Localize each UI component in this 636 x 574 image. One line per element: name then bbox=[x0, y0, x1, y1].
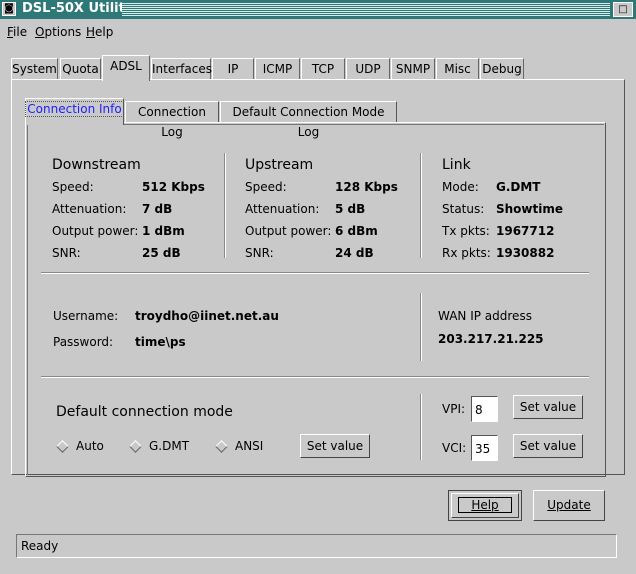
window-menu-icon[interactable]: ◙ bbox=[2, 2, 16, 16]
tab-quota[interactable]: Quota bbox=[60, 58, 101, 80]
upstream-snr-value: 24 dB bbox=[335, 246, 374, 260]
set-vpi-button[interactable]: Set value bbox=[513, 395, 583, 419]
tab-tcp[interactable]: TCP bbox=[301, 58, 345, 80]
help-button[interactable]: Help bbox=[451, 493, 519, 518]
username-value: troydho@iinet.net.au bbox=[135, 309, 279, 323]
link-mode-label: Mode: bbox=[442, 180, 479, 194]
section-divider bbox=[41, 272, 589, 274]
tab-icmp[interactable]: ICMP bbox=[255, 58, 300, 80]
downstream-snr-label: SNR: bbox=[52, 246, 81, 260]
menu-options[interactable]: Options bbox=[35, 25, 81, 39]
status-bar: Ready bbox=[16, 534, 617, 558]
link-mode-value: G.DMT bbox=[496, 180, 541, 194]
vpi-label: VPI: bbox=[442, 402, 466, 416]
window-maximize-icon[interactable]: □ bbox=[613, 2, 633, 17]
section-divider bbox=[41, 376, 589, 378]
downstream-heading: Downstream bbox=[52, 157, 141, 173]
tab-misc[interactable]: Misc bbox=[436, 58, 479, 80]
window-title: DSL-50X Utility bbox=[22, 1, 134, 16]
column-divider bbox=[420, 293, 422, 361]
tab-system[interactable]: System bbox=[11, 58, 58, 80]
subtab-connection-info[interactable]: Connection Info bbox=[25, 98, 124, 125]
vpi-input[interactable]: 8 bbox=[471, 396, 498, 422]
subtab-connection-log[interactable]: Connection Log bbox=[125, 101, 219, 139]
vci-input[interactable]: 35 bbox=[471, 435, 498, 461]
upstream-attenuation-value: 5 dB bbox=[335, 202, 366, 216]
downstream-snr-value: 25 dB bbox=[142, 246, 181, 260]
upstream-output-power-value: 6 dBm bbox=[335, 224, 378, 238]
tab-snmp[interactable]: SNMP bbox=[391, 58, 435, 80]
password-label: Password: bbox=[53, 335, 114, 349]
menu-help[interactable]: Help bbox=[86, 25, 113, 39]
downstream-speed-label: Speed: bbox=[52, 180, 94, 194]
upstream-speed-value: 128 Kbps bbox=[335, 180, 398, 194]
tab-debug[interactable]: Debug bbox=[480, 58, 524, 80]
subtab-default-connection-mode-log[interactable]: Default Connection Mode Log bbox=[220, 101, 397, 139]
menu-file[interactable]: File bbox=[7, 25, 27, 39]
upstream-speed-label: Speed: bbox=[245, 180, 287, 194]
column-divider bbox=[420, 153, 422, 258]
default-mode-heading: Default connection mode bbox=[56, 404, 233, 420]
upstream-heading: Upstream bbox=[245, 157, 314, 173]
link-heading: Link bbox=[442, 157, 471, 173]
upstream-snr-label: SNR: bbox=[245, 246, 274, 260]
link-tx-pkts-label: Tx pkts: bbox=[442, 224, 490, 238]
set-default-mode-button[interactable]: Set value bbox=[300, 434, 370, 458]
mode-auto-label: Auto bbox=[76, 439, 104, 453]
set-vci-button[interactable]: Set value bbox=[513, 434, 583, 458]
downstream-output-power-value: 1 dBm bbox=[142, 224, 185, 238]
mode-gdmt-label: G.DMT bbox=[149, 439, 190, 453]
connection-info-frame bbox=[27, 124, 604, 475]
link-rx-pkts-label: Rx pkts: bbox=[442, 246, 491, 260]
vci-label: VCI: bbox=[442, 441, 467, 455]
update-button[interactable]: Update bbox=[533, 490, 605, 521]
upstream-output-power-label: Output power: bbox=[245, 224, 332, 238]
tab-adsl[interactable]: ADSL bbox=[102, 55, 150, 81]
column-divider bbox=[420, 394, 422, 460]
link-rx-pkts-value: 1930882 bbox=[496, 246, 555, 260]
title-bar-drag-area[interactable] bbox=[122, 3, 610, 16]
help-button-label: Help bbox=[458, 497, 512, 513]
downstream-attenuation-label: Attenuation: bbox=[52, 202, 127, 216]
password-value: time\ps bbox=[135, 335, 186, 349]
downstream-attenuation-value: 7 dB bbox=[142, 202, 173, 216]
link-status-label: Status: bbox=[442, 202, 485, 216]
mode-ansi-label: ANSI bbox=[235, 439, 264, 453]
wan-ip-value: 203.217.21.225 bbox=[438, 332, 544, 346]
wan-ip-label: WAN IP address bbox=[438, 309, 532, 323]
upstream-attenuation-label: Attenuation: bbox=[245, 202, 320, 216]
username-label: Username: bbox=[53, 309, 119, 323]
downstream-output-power-label: Output power: bbox=[52, 224, 139, 238]
column-divider bbox=[224, 153, 226, 258]
link-status-value: Showtime bbox=[496, 202, 564, 216]
link-tx-pkts-value: 1967712 bbox=[496, 224, 555, 238]
tab-udp[interactable]: UDP bbox=[346, 58, 390, 80]
downstream-speed-value: 512 Kbps bbox=[142, 180, 205, 194]
update-button-label: Update bbox=[547, 498, 591, 512]
tab-ip[interactable]: IP bbox=[212, 58, 254, 80]
tab-interfaces[interactable]: Interfaces bbox=[151, 58, 212, 80]
